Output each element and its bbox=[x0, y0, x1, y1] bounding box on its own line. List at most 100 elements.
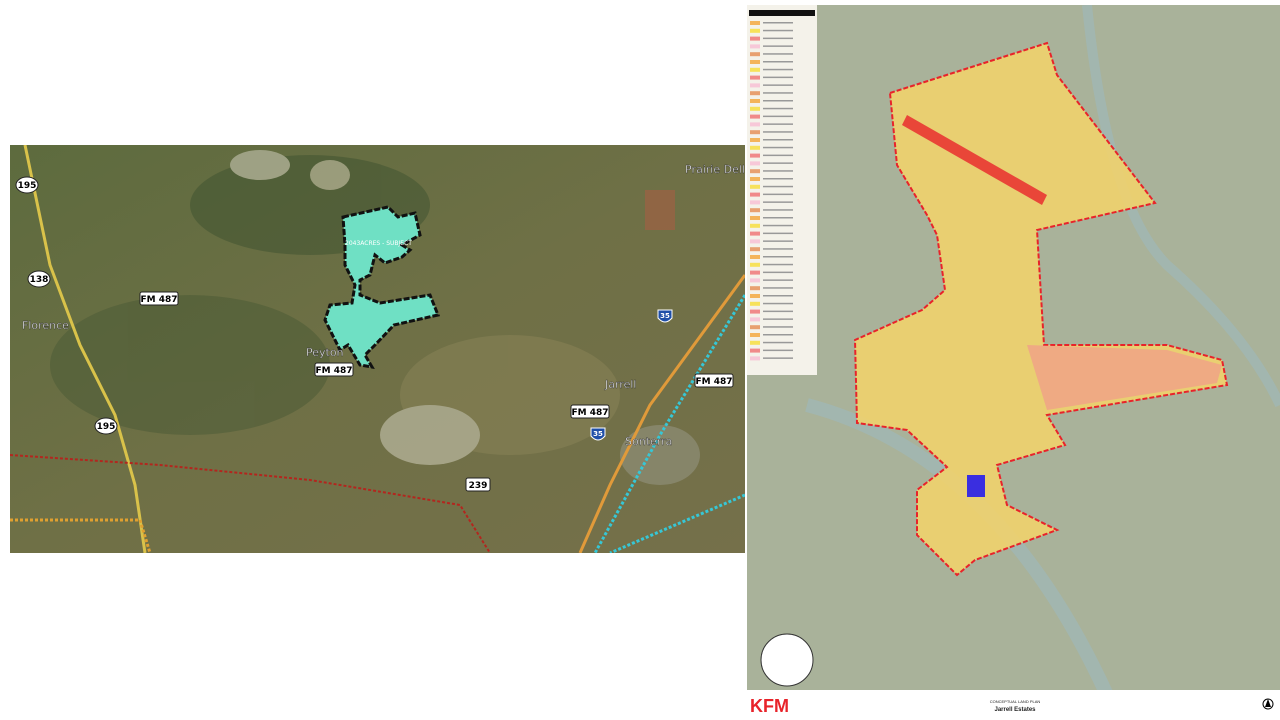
svg-text:195: 195 bbox=[97, 422, 116, 432]
legend-swatch bbox=[750, 161, 760, 166]
svg-text:FM 487: FM 487 bbox=[315, 366, 352, 376]
svg-text:195: 195 bbox=[18, 181, 37, 191]
legend-text-line bbox=[763, 224, 793, 227]
legend-text-line bbox=[763, 193, 793, 196]
place-label-jarrell: Jarrell bbox=[604, 378, 636, 391]
north-arrow-icon bbox=[1262, 698, 1274, 710]
legend-text-line bbox=[763, 201, 793, 203]
legend-swatch bbox=[750, 21, 760, 25]
legend-swatch bbox=[750, 294, 760, 298]
legend-text-line bbox=[763, 53, 793, 55]
legend-swatch bbox=[750, 99, 760, 103]
legend-text-line bbox=[763, 263, 793, 266]
legend-text-line bbox=[763, 22, 793, 24]
legend-swatch bbox=[750, 231, 760, 236]
legend-text-line bbox=[763, 334, 793, 336]
legend-text-line bbox=[763, 68, 793, 71]
legend-text-line bbox=[763, 295, 793, 297]
legend-swatch bbox=[750, 169, 760, 174]
place-label-sonterra: Sonterra bbox=[625, 435, 672, 448]
svg-text:FM 487: FM 487 bbox=[571, 408, 608, 418]
legend-text-line bbox=[763, 256, 793, 258]
legend-swatch bbox=[750, 208, 760, 213]
legend-text-line bbox=[763, 185, 793, 188]
legend-swatch bbox=[750, 317, 760, 322]
subject-label: 2043ACRES - SUBJECT bbox=[345, 240, 412, 247]
legend-swatch bbox=[750, 130, 760, 135]
legend-swatch bbox=[750, 356, 760, 361]
project-name: Jarrell Estates bbox=[994, 707, 1036, 713]
legend-swatch bbox=[750, 340, 760, 345]
legend-swatch bbox=[750, 75, 760, 80]
legend-swatch bbox=[750, 44, 760, 49]
plan-type: CONCEPTUAL LAND PLAN bbox=[990, 699, 1041, 704]
legend-swatch bbox=[750, 114, 760, 119]
shield-fm487-jarrell: FM 487 bbox=[570, 404, 610, 419]
legend-swatch bbox=[750, 60, 760, 64]
legend-swatch bbox=[750, 333, 760, 337]
legend-swatch bbox=[750, 325, 760, 330]
place-label-peyton: Peyton bbox=[306, 346, 344, 359]
conceptual-land-plan: KFM CONCEPTUAL LAND PLAN Jarrell Estates bbox=[747, 5, 1280, 720]
school-site bbox=[967, 475, 985, 497]
legend-swatch bbox=[750, 247, 760, 252]
legend-swatch bbox=[750, 255, 760, 259]
legend-swatch bbox=[750, 122, 760, 127]
legend-swatch bbox=[750, 200, 760, 205]
legend-text-line bbox=[763, 318, 793, 320]
legend-swatch bbox=[750, 184, 760, 189]
legend-swatch bbox=[750, 145, 760, 150]
legend-text-line bbox=[763, 217, 793, 219]
legend-text-line bbox=[763, 61, 793, 63]
legend-text-line bbox=[763, 287, 793, 289]
legend-swatch bbox=[750, 270, 760, 275]
legend-swatch bbox=[750, 286, 760, 291]
legend-text-line bbox=[763, 146, 793, 149]
legend-text-line bbox=[763, 100, 793, 102]
legend-text-line bbox=[763, 341, 793, 344]
legend-swatch bbox=[750, 239, 760, 244]
shield-195-north: 195 bbox=[15, 176, 39, 194]
svg-text:35: 35 bbox=[593, 430, 603, 438]
legend-text-line bbox=[763, 37, 793, 40]
shield-138: 138 bbox=[27, 270, 51, 288]
shield-195-south: 195 bbox=[94, 417, 118, 435]
legend-swatch bbox=[750, 192, 760, 197]
vicinity-map bbox=[760, 633, 814, 687]
shield-fm487-peyton: FM 487 bbox=[314, 362, 354, 377]
legend-text-line bbox=[763, 349, 793, 352]
legend-swatch bbox=[750, 309, 760, 314]
title-block bbox=[747, 690, 1280, 720]
legend-text-line bbox=[763, 131, 793, 133]
legend-text-line bbox=[763, 92, 793, 94]
legend-swatch bbox=[750, 278, 760, 283]
legend-text-line bbox=[763, 115, 793, 118]
shield-fm487-west: FM 487 bbox=[139, 291, 179, 306]
legend-header bbox=[749, 10, 815, 16]
legend-swatch bbox=[750, 138, 760, 142]
legend-text-line bbox=[763, 240, 793, 242]
legend-text-line bbox=[763, 302, 793, 305]
legend-text-line bbox=[763, 154, 793, 157]
legend-swatch bbox=[750, 28, 760, 33]
svg-text:138: 138 bbox=[30, 275, 49, 285]
legend-text-line bbox=[763, 123, 793, 125]
legend-swatch bbox=[750, 348, 760, 353]
location-aerial-map: 2043ACRES - SUBJECT Florence Peyton Jarr… bbox=[10, 145, 745, 553]
legend-text-line bbox=[763, 279, 793, 281]
legend-swatch bbox=[750, 301, 760, 306]
shield-fm487-east: FM 487 bbox=[694, 373, 734, 388]
legend-swatch bbox=[750, 223, 760, 228]
legend-swatch bbox=[750, 216, 760, 220]
legend-swatch bbox=[750, 67, 760, 72]
legend-swatch bbox=[750, 177, 760, 181]
kfm-logo: KFM bbox=[750, 696, 789, 716]
legend-text-line bbox=[763, 162, 793, 164]
legend-text-line bbox=[763, 107, 793, 110]
legend-text-line bbox=[763, 248, 793, 250]
legend-text-line bbox=[763, 29, 793, 32]
legend-swatch bbox=[750, 91, 760, 96]
svg-text:FM 487: FM 487 bbox=[140, 295, 177, 305]
legend-text-line bbox=[763, 76, 793, 79]
place-label-prairie-dell: Prairie Dell bbox=[685, 163, 745, 176]
